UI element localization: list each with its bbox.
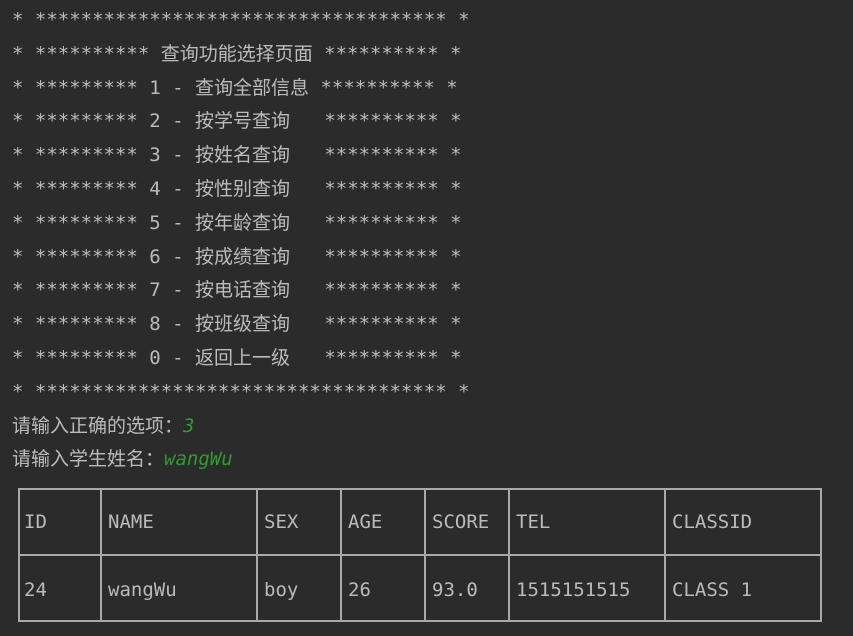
header-classid: CLASSID (672, 511, 753, 533)
menu-option-sex: * ********* 4 - 按性别查询 ********** * (12, 177, 462, 200)
cell-tel: 1515151515 (516, 579, 631, 601)
header-sex: SEX (264, 511, 299, 533)
table-col-divider (820, 488, 822, 622)
menu-option-class: * ********* 8 - 按班级查询 ********** * (12, 313, 462, 336)
option-input[interactable]: 3 (183, 415, 194, 437)
name-input[interactable]: wangWu (164, 448, 233, 470)
option-prompt-line: 请输入正确的选项：3 (12, 410, 853, 444)
menu-border-bottom: * ************************************ * (12, 380, 470, 403)
menu-option-all: * ********* 1 - 查询全部信息 ********** * (12, 76, 458, 99)
menu-option-score: * ********* 6 - 按成绩查询 ********** * (12, 245, 462, 268)
cell-classid: CLASS 1 (672, 579, 753, 601)
menu-option-age: * ********* 5 - 按年龄查询 ********** * (12, 211, 462, 234)
name-prompt-line: 请输入学生姓名：wangWu (12, 443, 853, 477)
menu-option-tel: * ********* 7 - 按电话查询 ********** * (12, 279, 462, 302)
option-prompt: 请输入正确的选项： (12, 414, 184, 437)
menu-option-back: * ********* 0 - 返回上一级 ********** * (12, 346, 462, 369)
cell-score: 93.0 (432, 579, 478, 601)
console-output: * ************************************ *… (12, 4, 853, 477)
table-border-bottom (18, 620, 822, 622)
header-id: ID (24, 511, 47, 533)
header-tel: TEL (516, 511, 551, 533)
cell-age: 26 (348, 579, 371, 601)
table-col-divider (256, 488, 258, 622)
menu-border-top: * ************************************ * (12, 9, 470, 31)
table-col-divider (424, 488, 426, 622)
header-score: SCORE (432, 511, 490, 533)
table-col-divider (18, 488, 20, 622)
menu-title: * ********** 查询功能选择页面 ********** * (12, 42, 462, 65)
table-border-middle (18, 554, 822, 556)
menu-option-name: * ********* 3 - 按姓名查询 ********** * (12, 144, 462, 167)
table-col-divider (508, 488, 510, 622)
cell-id: 24 (24, 579, 47, 601)
header-name: NAME (108, 511, 154, 533)
name-prompt: 请输入学生姓名： (12, 448, 165, 471)
table-col-divider (664, 488, 666, 622)
cell-name: wangWu (108, 579, 177, 601)
menu-option-id: * ********* 2 - 按学号查询 ********** * (12, 110, 462, 133)
result-table: ID NAME SEX AGE SCORE TEL CLASSID 24 wan… (18, 488, 822, 622)
header-age: AGE (348, 511, 383, 533)
table-col-divider (340, 488, 342, 622)
table-border-top (18, 488, 822, 490)
table-col-divider (100, 488, 102, 622)
cell-sex: boy (264, 579, 299, 601)
